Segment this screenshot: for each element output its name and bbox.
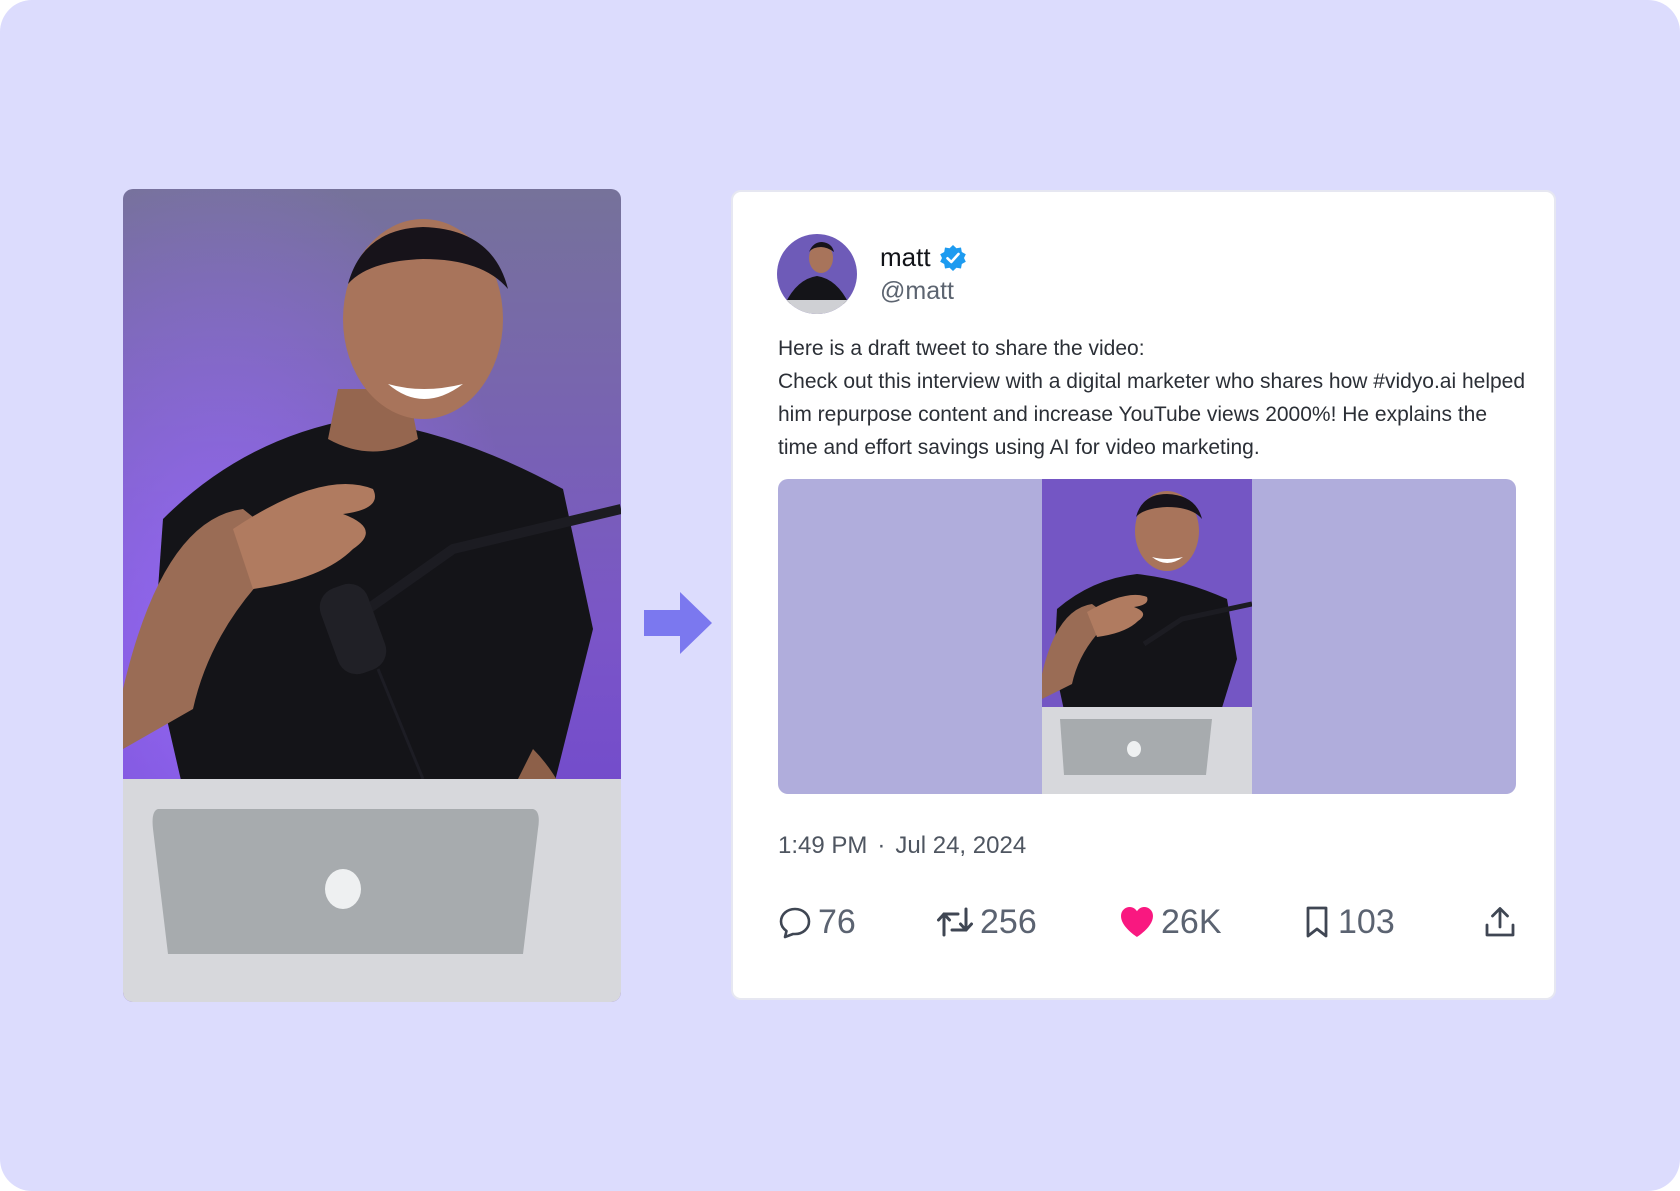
retweet-count: 256 — [980, 902, 1037, 941]
user-handle[interactable]: @matt — [880, 277, 954, 306]
bookmark-button[interactable]: 103 — [1302, 900, 1395, 944]
bookmark-count: 103 — [1338, 902, 1395, 941]
reply-button[interactable]: 76 — [778, 900, 856, 944]
display-name[interactable]: matt — [880, 242, 931, 273]
like-count: 26K — [1161, 902, 1222, 941]
verified-badge-icon — [939, 244, 967, 272]
source-video-thumbnail — [123, 189, 621, 1002]
bookmark-icon — [1302, 905, 1332, 939]
tweet-card: matt @matt Here is a draft tweet to shar… — [731, 190, 1556, 1000]
tweet-actions: 76 256 26K 103 — [778, 900, 1516, 944]
tweet-video-thumbnail[interactable] — [1042, 479, 1253, 794]
tweet-date: Jul 24, 2024 — [895, 832, 1027, 859]
tweet-media[interactable] — [778, 479, 1516, 794]
heart-icon — [1119, 905, 1155, 939]
tweet-text-line: Check out this interview with a digital … — [778, 370, 1526, 459]
speech-bubble-icon — [778, 905, 812, 939]
tweet-time: 1:49 PM — [778, 832, 868, 859]
avatar[interactable] — [777, 234, 857, 314]
reply-count: 76 — [818, 902, 856, 941]
tweet-text-line: Here is a draft tweet to share the video… — [778, 337, 1145, 360]
tweet-timestamp[interactable]: 1:49 PM · Jul 24, 2024 — [778, 832, 1026, 860]
timestamp-separator: · — [877, 832, 886, 859]
like-button[interactable]: 26K — [1119, 900, 1222, 944]
share-button[interactable] — [1484, 900, 1516, 944]
arrow-right-icon — [644, 592, 712, 654]
retweet-button[interactable]: 256 — [936, 900, 1037, 944]
canvas: matt @matt Here is a draft tweet to shar… — [0, 0, 1680, 1191]
upload-share-icon — [1484, 905, 1516, 939]
retweet-icon — [936, 905, 974, 939]
tweet-text: Here is a draft tweet to share the video… — [778, 332, 1528, 464]
